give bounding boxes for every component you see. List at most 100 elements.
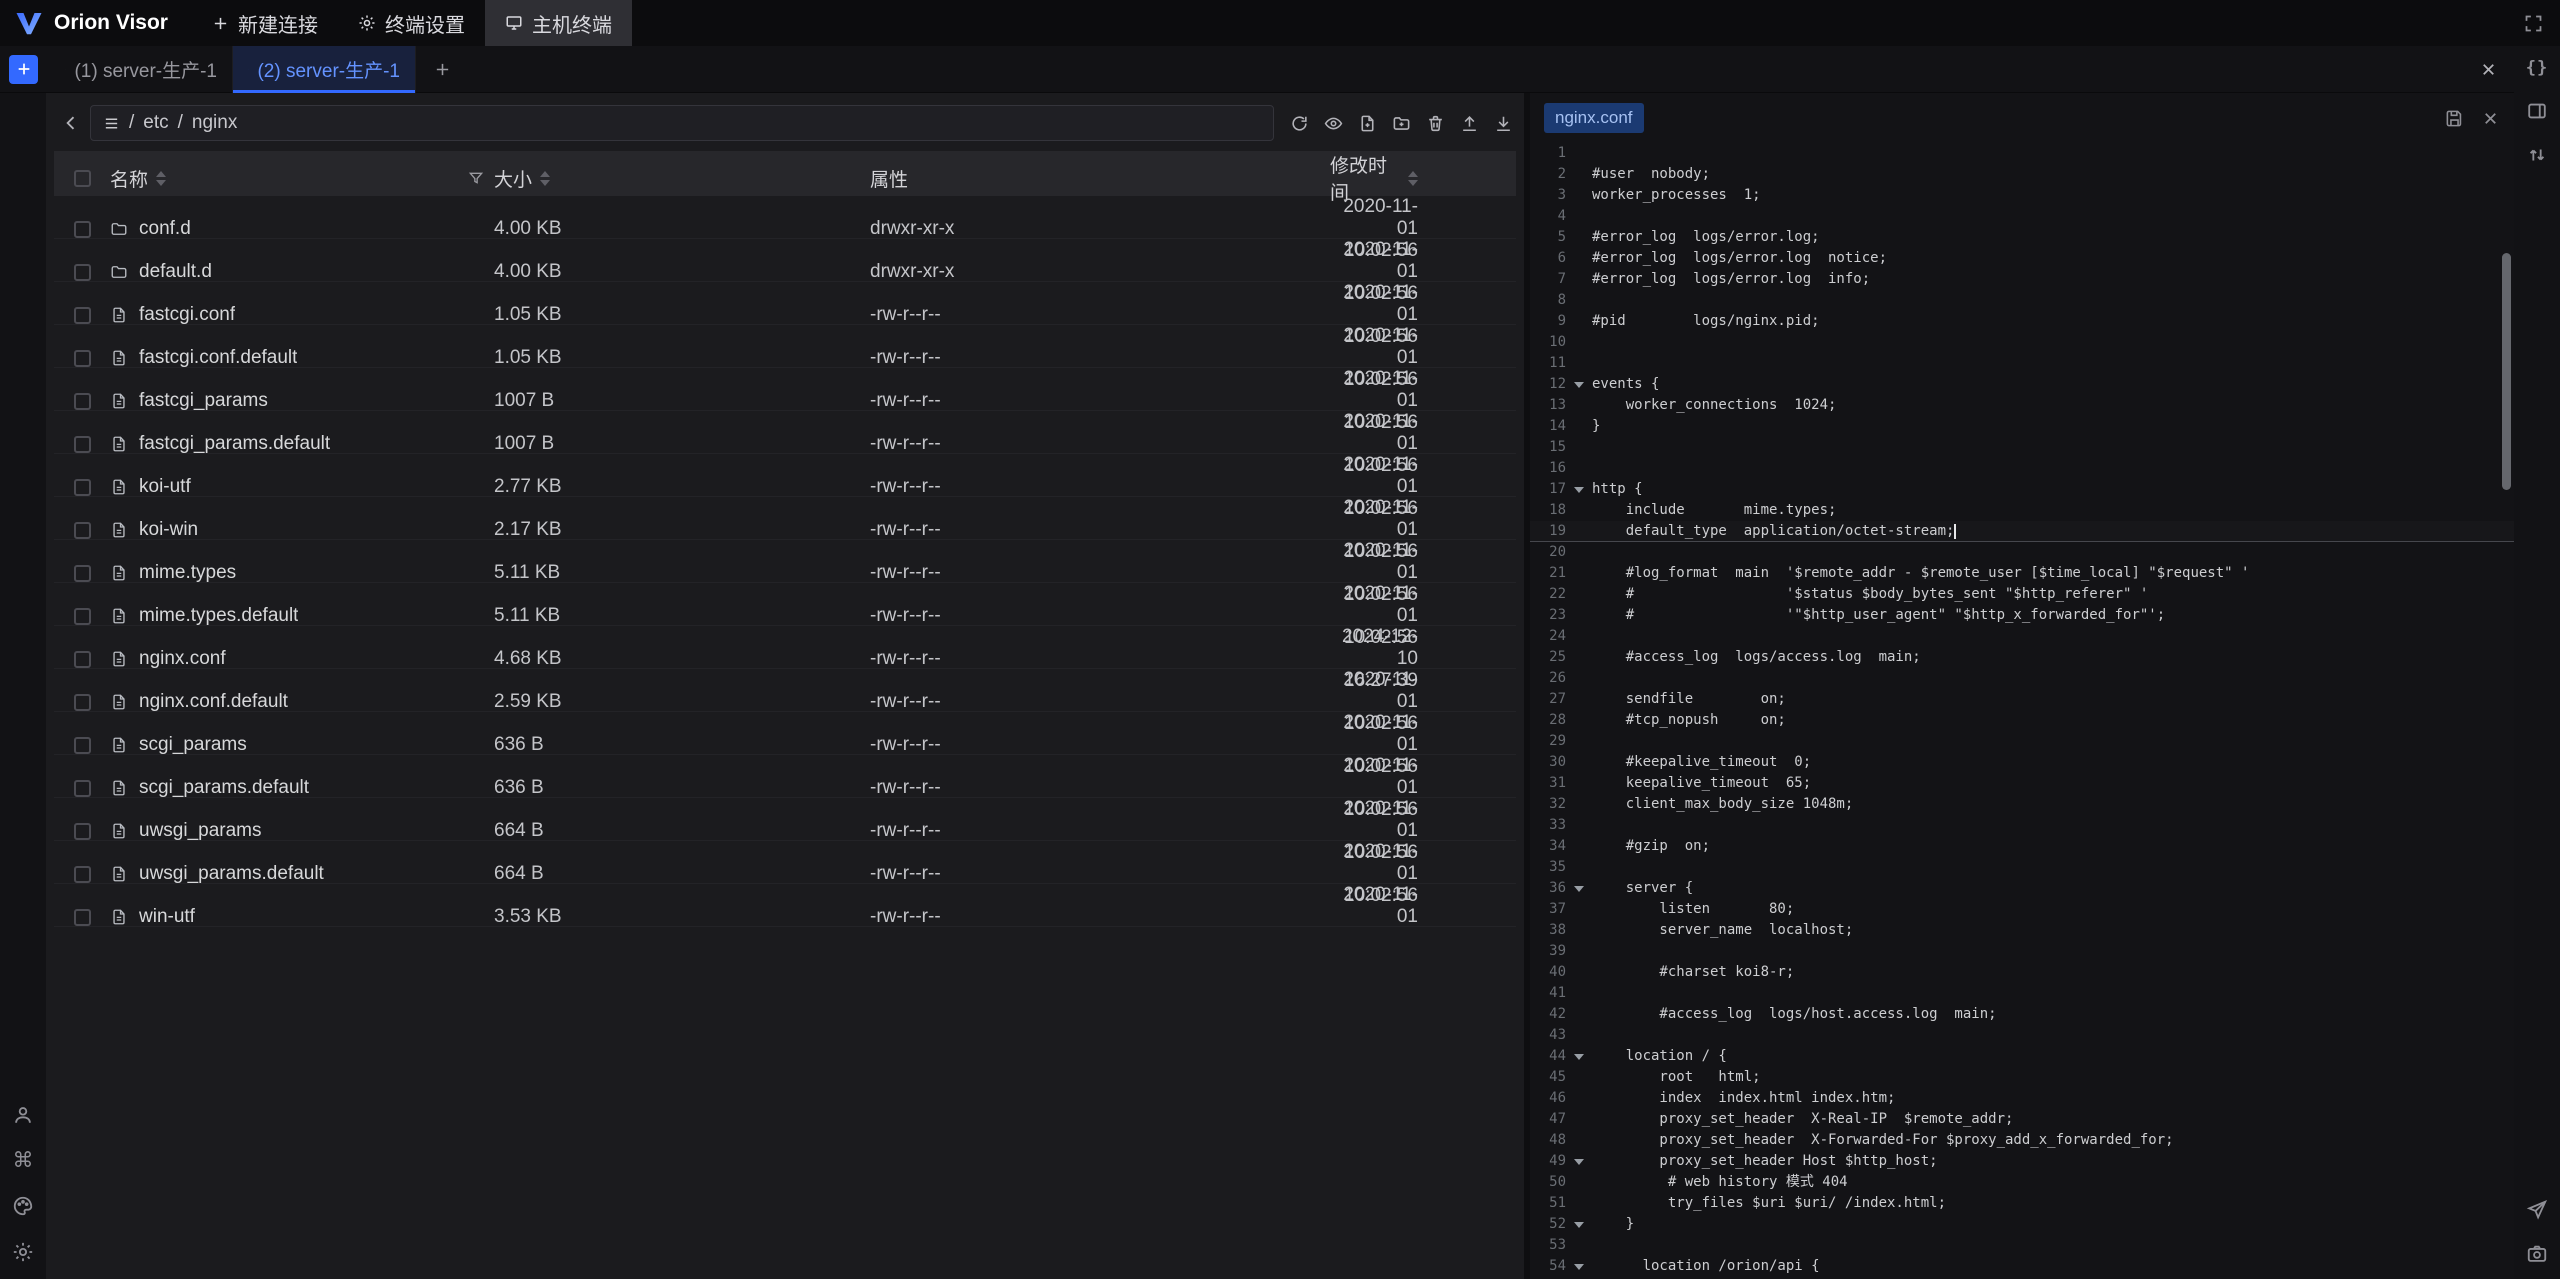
- sort-mtime-control[interactable]: [1408, 171, 1418, 186]
- code-line[interactable]: 52 }: [1530, 1214, 2514, 1235]
- row-checkbox[interactable]: [74, 694, 91, 711]
- file-name[interactable]: uwsgi_params.default: [139, 863, 324, 885]
- fold-chevron-icon[interactable]: [1566, 382, 1592, 388]
- column-header-name[interactable]: 名称: [110, 165, 148, 192]
- file-row[interactable]: fastcgi.conf 1.05 KB -rw-r--r-- 2020-11-…: [54, 282, 1516, 325]
- row-checkbox[interactable]: [74, 393, 91, 410]
- row-checkbox[interactable]: [74, 651, 91, 668]
- file-name[interactable]: conf.d: [139, 218, 191, 240]
- code-line[interactable]: 27 sendfile on;: [1530, 689, 2514, 710]
- code-line[interactable]: 36 server {: [1530, 878, 2514, 899]
- close-editor-button[interactable]: [2481, 109, 2500, 128]
- file-row[interactable]: default.d 4.00 KB drwxr-xr-x 2020-11-01 …: [54, 239, 1516, 282]
- code-line[interactable]: 37 listen 80;: [1530, 899, 2514, 920]
- row-checkbox[interactable]: [74, 866, 91, 883]
- code-line[interactable]: 41: [1530, 983, 2514, 1004]
- code-line[interactable]: 48 proxy_set_header X-Forwarded-For $pro…: [1530, 1130, 2514, 1151]
- open-file-chip[interactable]: nginx.conf: [1544, 103, 1644, 133]
- file-row[interactable]: fastcgi_params.default 1007 B -rw-r--r--…: [54, 411, 1516, 454]
- file-row[interactable]: scgi_params 636 B -rw-r--r-- 2020-11-01 …: [54, 712, 1516, 755]
- file-name[interactable]: uwsgi_params: [139, 820, 262, 842]
- theme-button[interactable]: [12, 1195, 34, 1217]
- code-line[interactable]: 31 keepalive_timeout 65;: [1530, 773, 2514, 794]
- tab-server-1[interactable]: (1) server-生产-1: [50, 46, 233, 93]
- code-line[interactable]: 46 index index.html index.htm;: [1530, 1088, 2514, 1109]
- code-line[interactable]: 1: [1530, 143, 2514, 164]
- code-line[interactable]: 20: [1530, 542, 2514, 563]
- code-line[interactable]: 11: [1530, 353, 2514, 374]
- refresh-button[interactable]: [1282, 106, 1316, 140]
- code-line[interactable]: 13 worker_connections 1024;: [1530, 395, 2514, 416]
- new-connection-button[interactable]: [9, 55, 38, 84]
- file-row[interactable]: uwsgi_params 664 B -rw-r--r-- 2020-11-01…: [54, 798, 1516, 841]
- code-line[interactable]: 45 root html;: [1530, 1067, 2514, 1088]
- editor-lines[interactable]: 12#user nobody;3worker_processes 1;45#er…: [1530, 143, 2514, 1279]
- sort-size-control[interactable]: [540, 171, 550, 186]
- new-file-button[interactable]: [1350, 106, 1384, 140]
- code-line[interactable]: 43: [1530, 1025, 2514, 1046]
- code-line[interactable]: 15: [1530, 437, 2514, 458]
- settings-button[interactable]: [12, 1241, 34, 1263]
- code-line[interactable]: 25 #access_log logs/access.log main;: [1530, 647, 2514, 668]
- code-line[interactable]: 29: [1530, 731, 2514, 752]
- fold-chevron-icon[interactable]: [1566, 1264, 1592, 1270]
- code-line[interactable]: 53: [1530, 1235, 2514, 1256]
- code-line[interactable]: 2#user nobody;: [1530, 164, 2514, 185]
- breadcrumb[interactable]: / etc / nginx: [90, 105, 1274, 141]
- file-row[interactable]: fastcgi.conf.default 1.05 KB -rw-r--r-- …: [54, 325, 1516, 368]
- row-checkbox[interactable]: [74, 350, 91, 367]
- code-line[interactable]: 50 # web history 模式 404: [1530, 1172, 2514, 1193]
- code-line[interactable]: 7#error_log logs/error.log info;: [1530, 269, 2514, 290]
- row-checkbox[interactable]: [74, 307, 91, 324]
- code-line[interactable]: 4: [1530, 206, 2514, 227]
- menu-host-terminal[interactable]: 主机终端: [485, 0, 632, 46]
- file-name[interactable]: fastcgi.conf: [139, 304, 235, 326]
- tab-server-2-active[interactable]: (2) server-生产-1: [233, 46, 416, 93]
- code-line[interactable]: 18 include mime.types;: [1530, 500, 2514, 521]
- row-checkbox[interactable]: [74, 909, 91, 926]
- code-line[interactable]: 16: [1530, 458, 2514, 479]
- code-line[interactable]: 24: [1530, 626, 2514, 647]
- code-line[interactable]: 9#pid logs/nginx.pid;: [1530, 311, 2514, 332]
- code-line[interactable]: 8: [1530, 290, 2514, 311]
- row-checkbox[interactable]: [74, 737, 91, 754]
- file-name[interactable]: scgi_params: [139, 734, 247, 756]
- file-row[interactable]: mime.types 5.11 KB -rw-r--r-- 2020-11-01…: [54, 540, 1516, 583]
- code-line[interactable]: 42 #access_log logs/host.access.log main…: [1530, 1004, 2514, 1025]
- code-line[interactable]: 5#error_log logs/error.log;: [1530, 227, 2514, 248]
- code-line[interactable]: 21 #log_format main '$remote_addr - $rem…: [1530, 563, 2514, 584]
- code-line[interactable]: 17http {: [1530, 479, 2514, 500]
- row-checkbox[interactable]: [74, 823, 91, 840]
- code-line[interactable]: 54 location /orion/api {: [1530, 1256, 2514, 1277]
- code-line[interactable]: 14}: [1530, 416, 2514, 437]
- code-line[interactable]: 22 # '$status $body_bytes_sent "$http_re…: [1530, 584, 2514, 605]
- file-row[interactable]: fastcgi_params 1007 B -rw-r--r-- 2020-11…: [54, 368, 1516, 411]
- file-name[interactable]: nginx.conf: [139, 648, 226, 670]
- file-row[interactable]: scgi_params.default 636 B -rw-r--r-- 202…: [54, 755, 1516, 798]
- file-name[interactable]: default.d: [139, 261, 212, 283]
- code-line[interactable]: 51 try_files $uri $uri/ /index.html;: [1530, 1193, 2514, 1214]
- file-row[interactable]: nginx.conf 4.68 KB -rw-r--r-- 2024-12-10…: [54, 626, 1516, 669]
- send-command-button[interactable]: [2526, 1199, 2548, 1221]
- fold-chevron-icon[interactable]: [1566, 1054, 1592, 1060]
- menu-terminal-settings[interactable]: 终端设置: [338, 0, 485, 46]
- new-folder-button[interactable]: [1384, 106, 1418, 140]
- upload-button[interactable]: [1452, 106, 1486, 140]
- column-header-size[interactable]: 大小: [494, 165, 532, 192]
- code-line[interactable]: 28 #tcp_nopush on;: [1530, 710, 2514, 731]
- file-name[interactable]: scgi_params.default: [139, 777, 309, 799]
- back-button[interactable]: [54, 106, 88, 140]
- breadcrumb-segment[interactable]: nginx: [192, 112, 237, 134]
- fold-chevron-icon[interactable]: [1566, 1222, 1592, 1228]
- breadcrumb-root[interactable]: /: [129, 112, 134, 134]
- file-name[interactable]: fastcgi_params.default: [139, 433, 330, 455]
- code-line[interactable]: 34 #gzip on;: [1530, 836, 2514, 857]
- fold-chevron-icon[interactable]: [1566, 886, 1592, 892]
- editor-scrollbar[interactable]: [2502, 253, 2511, 490]
- code-line[interactable]: 32 client_max_body_size 1048m;: [1530, 794, 2514, 815]
- screenshot-button[interactable]: [2526, 1243, 2548, 1265]
- close-all-tabs-button[interactable]: [2479, 46, 2498, 93]
- fold-chevron-icon[interactable]: [1566, 1159, 1592, 1165]
- code-line[interactable]: 49 proxy_set_header Host $http_host;: [1530, 1151, 2514, 1172]
- code-line[interactable]: 12events {: [1530, 374, 2514, 395]
